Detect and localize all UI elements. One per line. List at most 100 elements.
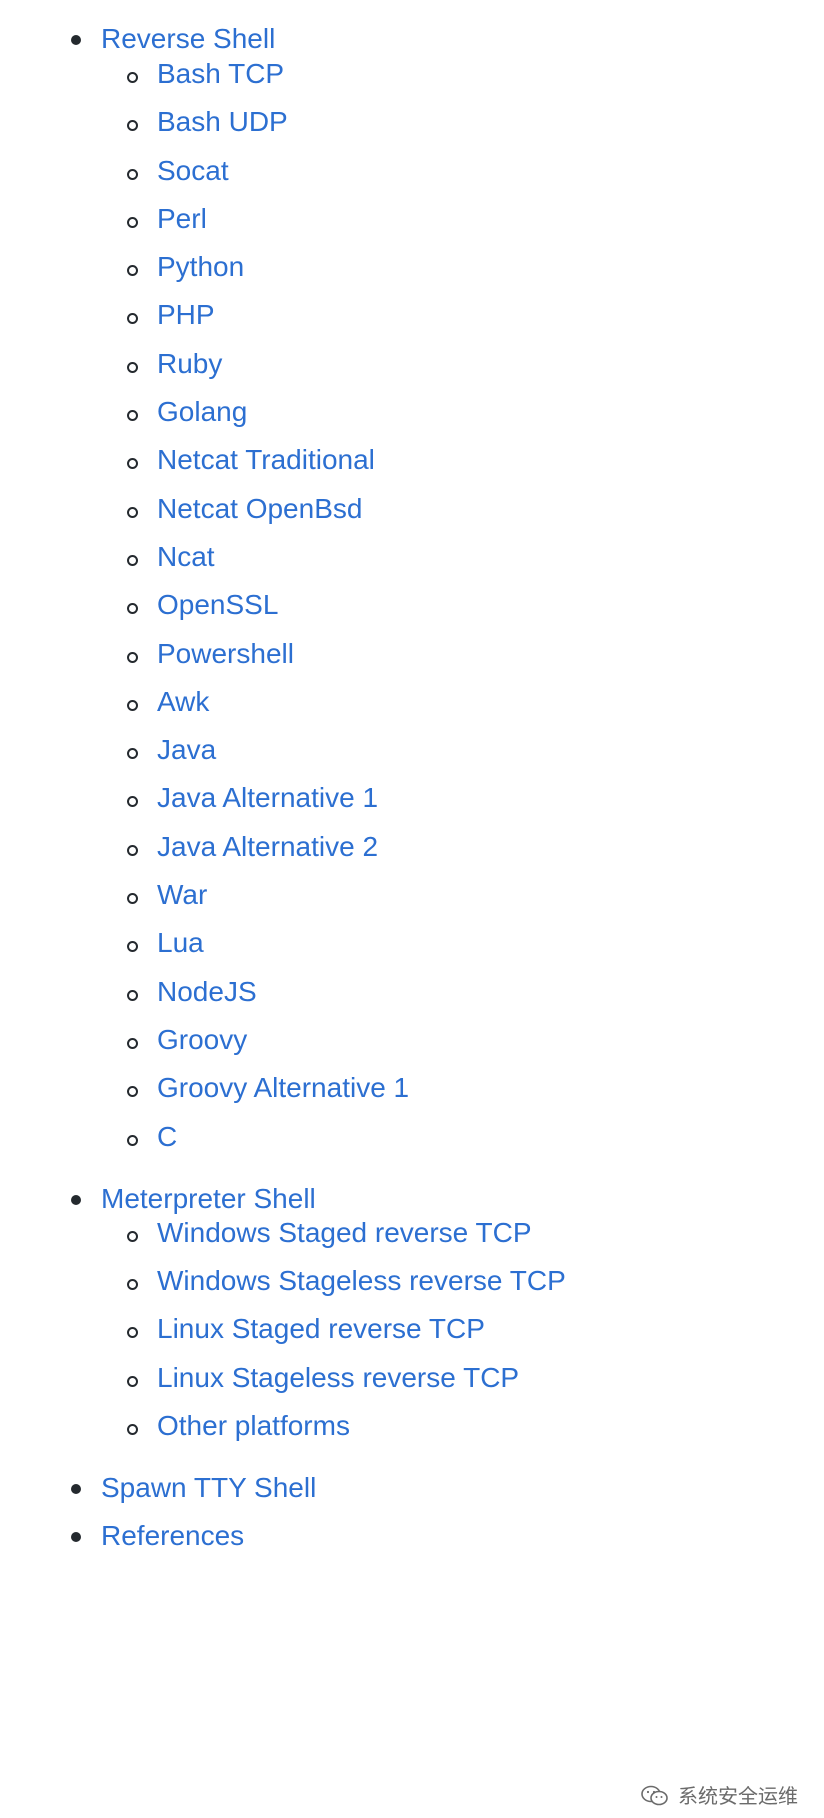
toc-sublist: Bash TCP Bash UDP Socat Perl Python PHP Ruby Go… xyxy=(0,58,824,1169)
toc-subitem-link[interactable]: Windows Stageless reverse TCP xyxy=(157,1263,566,1299)
watermark: 系统安全运维 xyxy=(640,1784,798,1808)
toc-section: Reverse Shell Bash TCP Bash UDP Socat Perl Py… xyxy=(0,0,824,1169)
hollow-bullet-icon xyxy=(127,603,138,615)
toc-subitem-link[interactable]: Powershell xyxy=(157,636,294,672)
hollow-bullet-icon xyxy=(127,748,138,760)
toc-section: Spawn TTY Shell xyxy=(0,1458,824,1506)
toc-subitem: Ncat xyxy=(0,541,824,589)
toc-subitem-link[interactable]: War xyxy=(157,877,207,913)
hollow-bullet-icon xyxy=(127,699,138,711)
hollow-bullet-icon xyxy=(127,265,138,277)
hollow-bullet-icon xyxy=(127,1279,138,1291)
hollow-bullet-icon xyxy=(127,361,138,373)
toc-subitem: Socat xyxy=(0,155,824,203)
wechat-icon xyxy=(640,1784,670,1808)
toc-subitem: Netcat Traditional xyxy=(0,444,824,492)
toc-subitem: Ruby xyxy=(0,348,824,396)
toc-subitem: Golang xyxy=(0,396,824,444)
toc-subitem: Groovy Alternative 1 xyxy=(0,1072,824,1120)
toc-subitem-link[interactable]: Java Alternative 1 xyxy=(157,780,378,816)
toc-section-link[interactable]: References xyxy=(101,1518,244,1554)
toc-subitem: PHP xyxy=(0,299,824,347)
toc-subitem-link[interactable]: Groovy xyxy=(157,1022,247,1058)
hollow-bullet-icon xyxy=(127,1424,138,1436)
hollow-bullet-icon xyxy=(127,893,138,905)
toc-section: Meterpreter Shell Windows Staged reverse … xyxy=(0,1169,824,1458)
toc-subitem-link[interactable]: Java Alternative 2 xyxy=(157,829,378,865)
toc-subitem-link[interactable]: Linux Staged reverse TCP xyxy=(157,1311,485,1347)
toc-subitem-link[interactable]: Other platforms xyxy=(157,1408,350,1444)
hollow-bullet-icon xyxy=(127,1327,138,1339)
toc-subitem: Perl xyxy=(0,203,824,251)
hollow-bullet-icon xyxy=(127,216,138,228)
toc-subitem-link[interactable]: Java xyxy=(157,732,216,768)
toc-subitem-link[interactable]: Golang xyxy=(157,394,247,430)
toc-subitem-link[interactable]: Linux Stageless reverse TCP xyxy=(157,1360,519,1396)
toc-subitem: Java xyxy=(0,734,824,782)
watermark-text: 系统安全运维 xyxy=(678,1784,798,1808)
toc-subitem-link[interactable]: NodeJS xyxy=(157,974,257,1010)
toc-subitem: Java Alternative 1 xyxy=(0,782,824,830)
toc-subitem: Bash TCP xyxy=(0,58,824,106)
hollow-bullet-icon xyxy=(127,796,138,808)
toc-subitem: Java Alternative 2 xyxy=(0,831,824,879)
toc-subitem: OpenSSL xyxy=(0,589,824,637)
hollow-bullet-icon xyxy=(127,313,138,325)
hollow-bullet-icon xyxy=(127,1134,138,1146)
hollow-bullet-icon xyxy=(127,458,138,470)
hollow-bullet-icon xyxy=(127,554,138,566)
hollow-bullet-icon xyxy=(127,506,138,518)
toc-subitem: War xyxy=(0,879,824,927)
filled-bullet-icon xyxy=(71,1484,81,1495)
toc-subitem-link[interactable]: Perl xyxy=(157,201,207,237)
toc-subitem: Awk xyxy=(0,686,824,734)
toc-subitem-link[interactable]: Lua xyxy=(157,925,204,961)
filled-bullet-icon xyxy=(71,1532,81,1543)
toc-subitem: Windows Stageless reverse TCP xyxy=(0,1265,824,1313)
toc-subitem: Linux Stageless reverse TCP xyxy=(0,1362,824,1410)
toc-section-row: Reverse Shell xyxy=(71,0,824,58)
toc-sublist: Windows Staged reverse TCP Windows Stagel… xyxy=(0,1217,824,1458)
toc-subitem-link[interactable]: Ruby xyxy=(157,346,222,382)
toc-subitem-link[interactable]: Bash UDP xyxy=(157,104,288,140)
filled-bullet-icon xyxy=(71,35,81,45)
toc-subitem: Powershell xyxy=(0,638,824,686)
hollow-bullet-icon xyxy=(127,1375,138,1387)
hollow-bullet-icon xyxy=(127,1230,138,1242)
toc-section: References xyxy=(0,1506,824,1554)
hollow-bullet-icon xyxy=(127,72,138,83)
toc-subitem-link[interactable]: PHP xyxy=(157,297,215,333)
toc-subitem-link[interactable]: Ncat xyxy=(157,539,215,575)
toc-subitem-link[interactable]: Netcat Traditional xyxy=(157,442,375,478)
toc-subitem-link[interactable]: C xyxy=(157,1119,177,1155)
toc-section-row: Meterpreter Shell xyxy=(71,1169,824,1217)
hollow-bullet-icon xyxy=(127,410,138,422)
toc-subitem-link[interactable]: OpenSSL xyxy=(157,587,278,623)
toc-subitem-link[interactable]: Groovy Alternative 1 xyxy=(157,1070,409,1106)
toc-subitem-link[interactable]: Netcat OpenBsd xyxy=(157,491,362,527)
table-of-contents: Reverse Shell Bash TCP Bash UDP Socat Perl Py… xyxy=(0,0,824,1554)
toc-subitem: NodeJS xyxy=(0,976,824,1024)
hollow-bullet-icon xyxy=(127,1086,138,1098)
toc-subitem-link[interactable]: Awk xyxy=(157,684,209,720)
toc-subitem: Other platforms xyxy=(0,1410,824,1458)
hollow-bullet-icon xyxy=(127,989,138,1001)
filled-bullet-icon xyxy=(71,1194,81,1205)
hollow-bullet-icon xyxy=(127,168,138,180)
toc-subitem-link[interactable]: Socat xyxy=(157,153,229,189)
toc-subitem-link[interactable]: Windows Staged reverse TCP xyxy=(157,1215,532,1251)
toc-section-row: References xyxy=(71,1506,824,1554)
toc-subitem: Netcat OpenBsd xyxy=(0,493,824,541)
toc-section-link[interactable]: Spawn TTY Shell xyxy=(101,1470,316,1506)
toc-subitem: Lua xyxy=(0,927,824,975)
toc-subitem-link[interactable]: Python xyxy=(157,249,244,285)
toc-section-link[interactable]: Reverse Shell xyxy=(101,21,275,57)
toc-section-link[interactable]: Meterpreter Shell xyxy=(101,1181,316,1217)
hollow-bullet-icon xyxy=(127,844,138,856)
toc-subitem: C xyxy=(0,1121,824,1169)
toc-subitem-link[interactable]: Bash TCP xyxy=(157,56,284,92)
toc-subitem: Groovy xyxy=(0,1024,824,1072)
hollow-bullet-icon xyxy=(127,1037,138,1049)
toc-section-row: Spawn TTY Shell xyxy=(71,1458,824,1506)
toc-subitem: Windows Staged reverse TCP xyxy=(0,1217,824,1265)
